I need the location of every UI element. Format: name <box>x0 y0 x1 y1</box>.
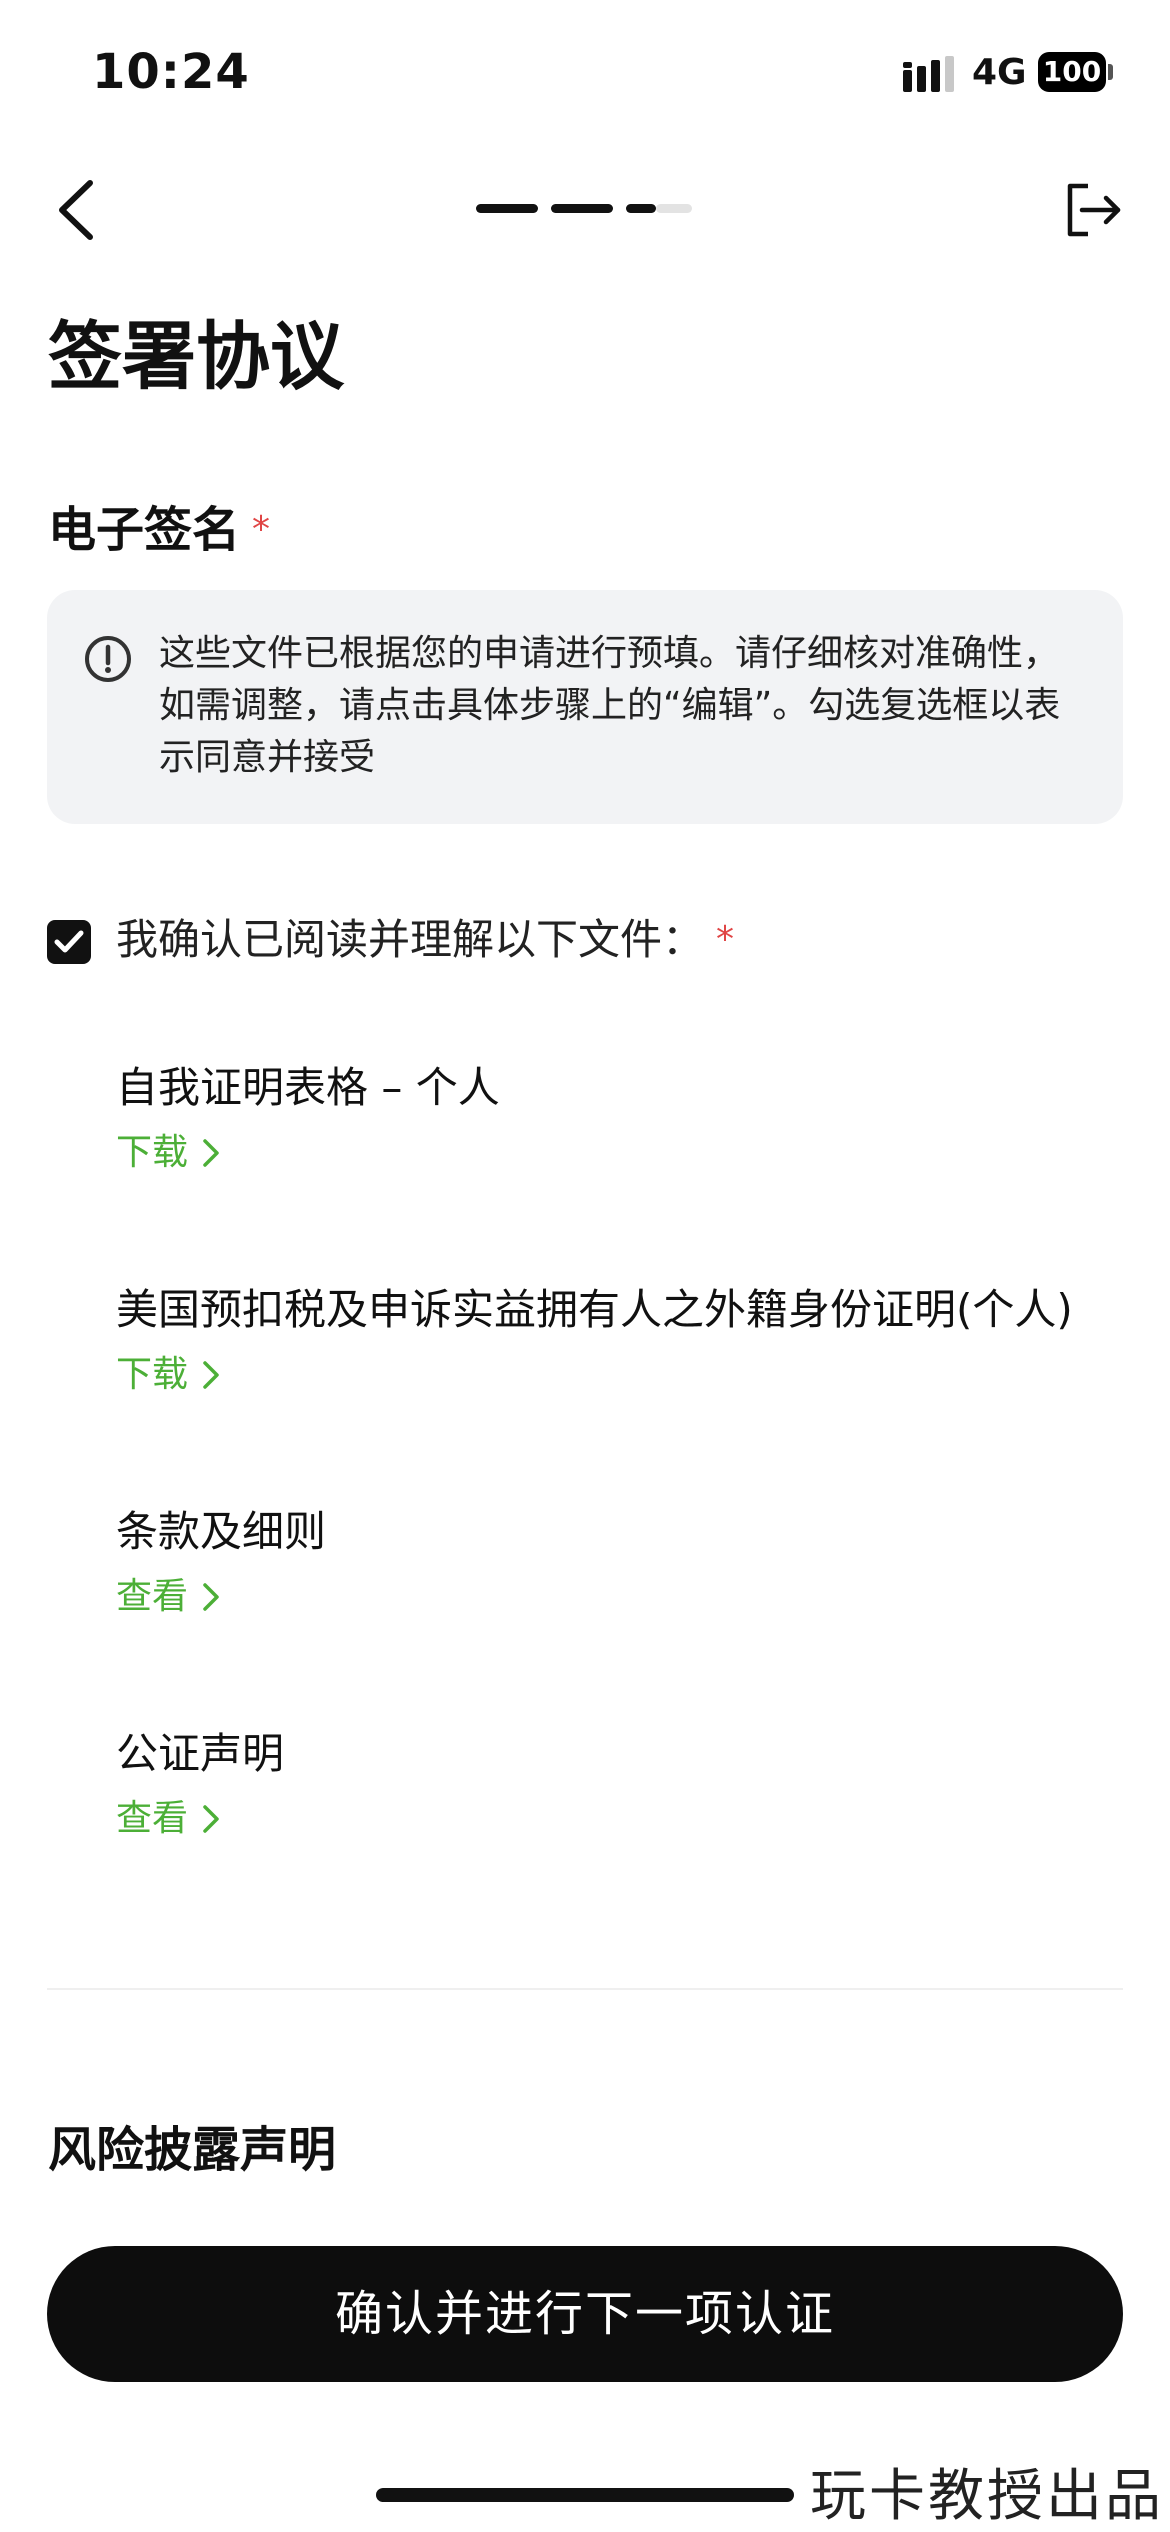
status-bar: 10:24 4G 100 <box>0 0 1170 150</box>
confirm-checkbox-label[interactable]: 我确认已阅读并理解以下文件： * <box>116 910 734 970</box>
document-title: 自我证明表格 – 个人 <box>116 1063 500 1112</box>
document-title: 美国预扣税及申诉实益拥有人之外籍身份证明(个人) <box>116 1285 1073 1334</box>
confirm-required-marker: * <box>716 919 735 960</box>
confirm-next-button[interactable]: 确认并进行下一项认证 <box>47 2246 1123 2382</box>
section-divider <box>47 1988 1123 1990</box>
document-item: 公证声明 查看 <box>116 1724 1116 1844</box>
page-title: 签署协议 <box>48 314 344 400</box>
network-type-label: 4G <box>972 52 1027 93</box>
home-indicator <box>376 2488 794 2502</box>
progress-step-3 <box>626 204 656 213</box>
document-title: 条款及细则 <box>116 1507 327 1556</box>
download-link[interactable]: 下载 <box>116 1128 220 1178</box>
view-link-label: 查看 <box>116 1576 189 1617</box>
notice-text: 这些文件已根据您的申请进行预填。请仔细核对准确性，如需调整，请点击具体步骤上的“… <box>159 633 1061 778</box>
battery-tip <box>1108 64 1113 80</box>
battery-icon: 100 <box>1038 52 1106 92</box>
view-link-label: 查看 <box>116 1798 189 1839</box>
document-title: 公证声明 <box>116 1729 285 1778</box>
step-progress-indicator <box>476 204 692 213</box>
required-marker: * <box>252 509 271 550</box>
watermark-text: 玩卡教授出品 <box>810 2464 1164 2529</box>
confirm-checkbox[interactable] <box>47 920 91 964</box>
confirm-label-text: 我确认已阅读并理解以下文件： <box>116 915 705 964</box>
download-link-label: 下载 <box>116 1132 189 1173</box>
info-circle-icon <box>85 636 131 682</box>
view-link[interactable]: 查看 <box>116 1572 220 1622</box>
chevron-right-icon <box>203 1583 219 1611</box>
document-item: 条款及细则 查看 <box>116 1502 1116 1622</box>
progress-step-2 <box>551 204 613 213</box>
progress-step-1 <box>476 204 538 213</box>
chevron-right-icon <box>203 1361 219 1389</box>
exit-icon[interactable] <box>1062 180 1124 240</box>
chevron-right-icon <box>203 1805 219 1833</box>
download-link-label: 下载 <box>116 1354 189 1395</box>
progress-step-4 <box>656 204 692 213</box>
chevron-right-icon <box>203 1139 219 1167</box>
risk-section-title: 风险披露声明 <box>48 2122 337 2178</box>
prefill-notice: 这些文件已根据您的申请进行预填。请仔细核对准确性，如需调整，请点击具体步骤上的“… <box>47 590 1123 824</box>
document-item: 自我证明表格 – 个人 下载 <box>116 1058 1116 1178</box>
chevron-left-icon[interactable] <box>50 175 106 245</box>
cellular-signal-icon <box>903 56 954 92</box>
signature-section-label: 电子签名 <box>48 502 241 558</box>
view-link[interactable]: 查看 <box>116 1794 220 1844</box>
status-time: 10:24 <box>92 44 250 100</box>
document-item: 美国预扣税及申诉实益拥有人之外籍身份证明(个人) 下载 <box>116 1280 1116 1400</box>
signature-section-title: 电子签名 * <box>48 500 270 560</box>
download-link[interactable]: 下载 <box>116 1350 220 1400</box>
checkmark-icon <box>54 930 84 953</box>
